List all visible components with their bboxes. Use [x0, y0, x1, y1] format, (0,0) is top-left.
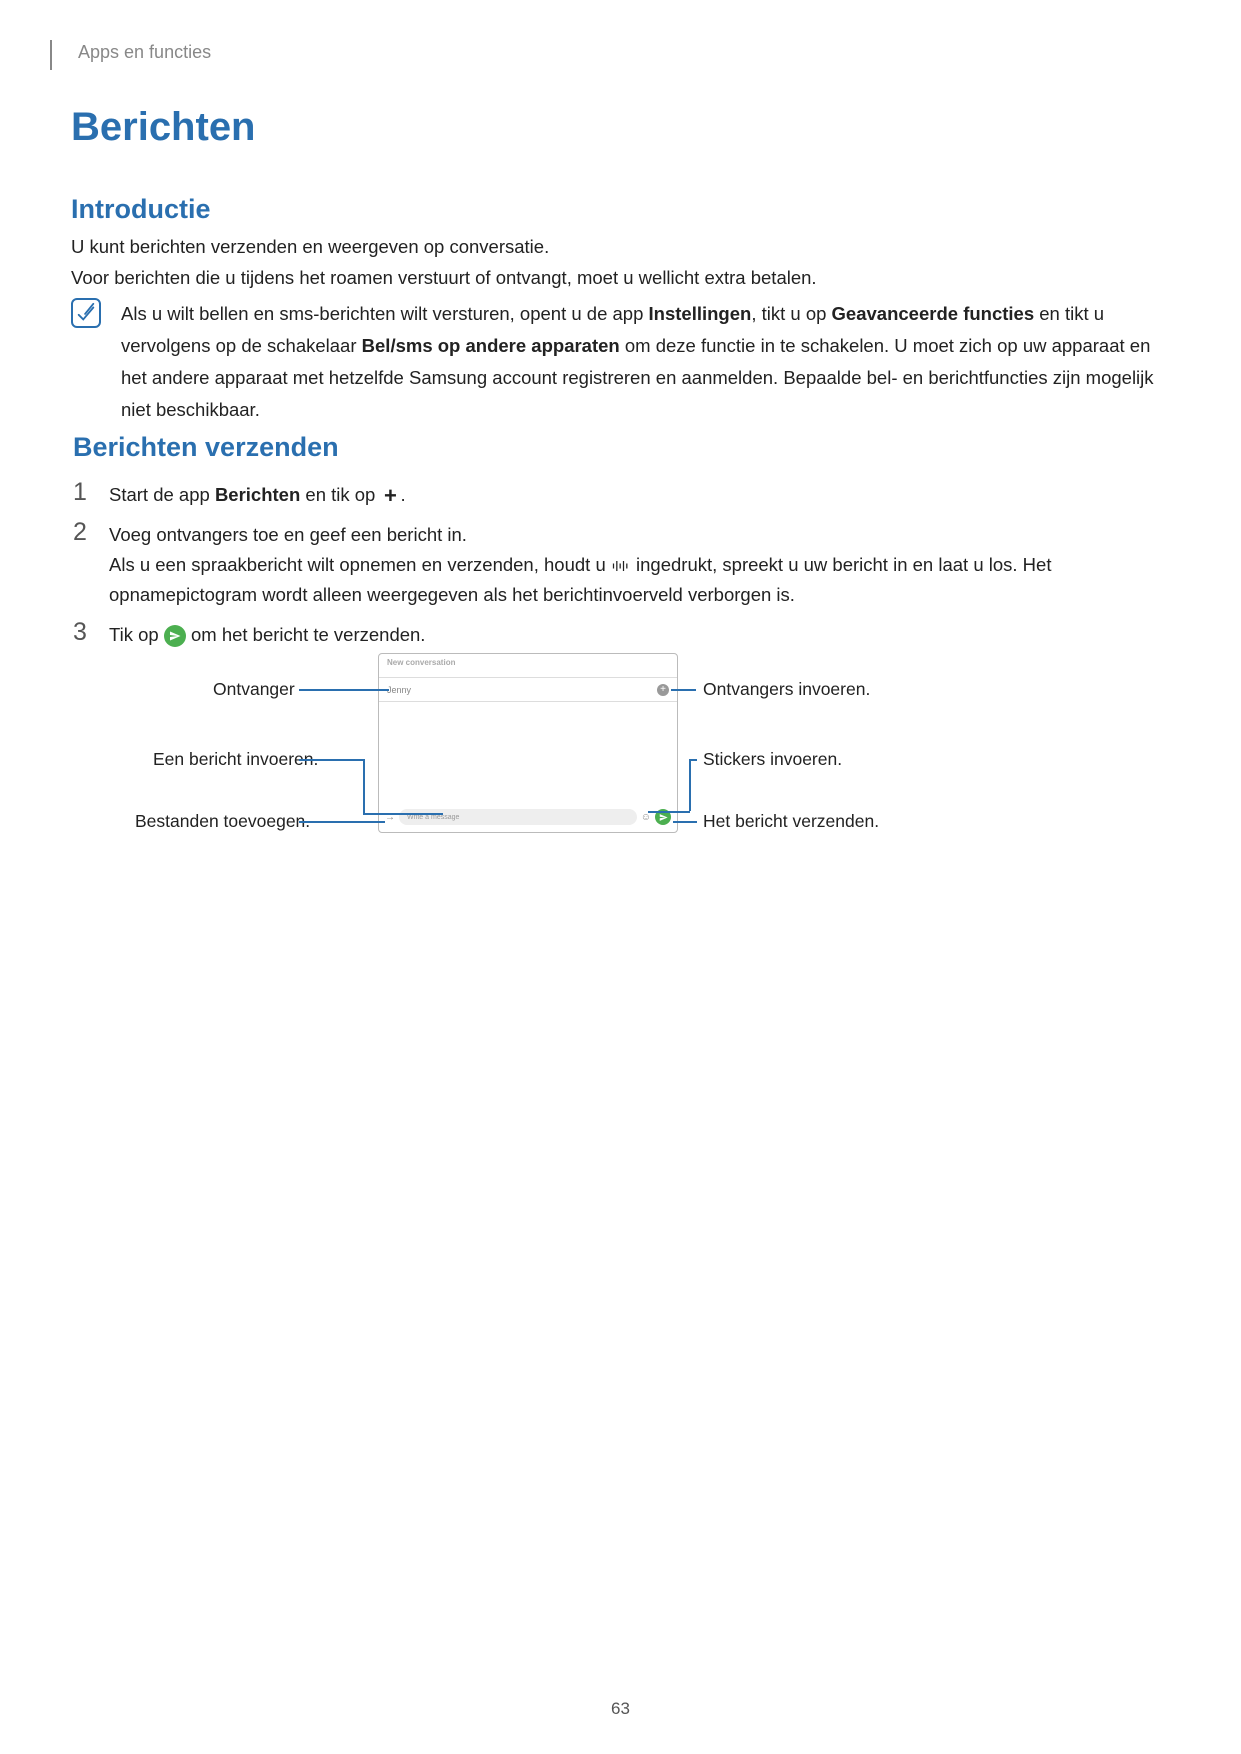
callout-line — [299, 759, 364, 761]
page-title: Berichten — [71, 105, 256, 150]
step-2-body: Voeg ontvangers toe en geef een bericht … — [109, 518, 1173, 610]
callout-line — [689, 759, 691, 811]
diagram: New conversation Jenny + → Write a messa… — [73, 653, 1173, 853]
callout-line — [363, 759, 365, 813]
intro-p1: U kunt berichten verzenden en weergeven … — [71, 236, 549, 258]
callout-line — [299, 689, 389, 691]
mock-input-row: → Write a message ☺ — [385, 806, 671, 828]
callout-add-recipients: Ontvangers invoeren. — [703, 679, 870, 700]
mock-recipient-name: Jenny — [387, 685, 411, 695]
intro-p2: Voor berichten die u tijdens het roamen … — [71, 267, 817, 289]
callout-line — [689, 759, 697, 761]
s1-pre: Start de app — [109, 484, 215, 505]
step-2: 2 Voeg ontvangers toe en geef een berich… — [73, 518, 1173, 610]
s3-a: Tik op — [109, 624, 164, 645]
s3-b: om het bericht te verzenden. — [186, 624, 426, 645]
note-mid1: , tikt u op — [751, 303, 831, 324]
note-block: Als u wilt bellen en sms-berichten wilt … — [71, 298, 1171, 426]
note-icon — [71, 298, 101, 328]
callout-input: Een bericht invoeren. — [153, 749, 318, 770]
step-3: 3 Tik op om het bericht te verzenden. — [73, 618, 1173, 650]
note-pre: Als u wilt bellen en sms-berichten wilt … — [121, 303, 649, 324]
callout-line — [671, 689, 696, 691]
section-heading-intro: Introductie — [71, 194, 211, 225]
mock-header: New conversation — [379, 654, 677, 678]
s1-bold: Berichten — [215, 484, 300, 505]
step-number: 1 — [73, 478, 93, 506]
steps-list: 1 Start de app Berichten en tik op +. 2 … — [73, 478, 1173, 658]
s2-line2: Als u een spraakbericht wilt opnemen en … — [109, 550, 1173, 610]
s2-a: Als u een spraakbericht wilt opnemen en … — [109, 554, 611, 575]
callout-line — [673, 821, 697, 823]
callout-recipient: Ontvanger — [213, 679, 295, 700]
breadcrumb: Apps en functies — [78, 42, 211, 63]
s1-post: . — [400, 484, 405, 505]
callout-line — [299, 821, 385, 823]
step-3-body: Tik op om het bericht te verzenden. — [109, 618, 425, 650]
send-icon — [164, 625, 186, 647]
callout-line — [363, 813, 443, 815]
section-heading-send: Berichten verzenden — [73, 432, 339, 463]
callout-attach: Bestanden toevoegen. — [135, 811, 310, 832]
mock-input-placeholder: Write a message — [407, 814, 459, 821]
mock-body — [379, 702, 677, 802]
callout-send: Het bericht verzenden. — [703, 811, 879, 832]
mock-screenshot: New conversation Jenny + → Write a messa… — [378, 653, 678, 833]
mock-sticker-icon: ☺ — [641, 812, 651, 823]
step-number: 3 — [73, 618, 93, 646]
step-number: 2 — [73, 518, 93, 546]
note-text: Als u wilt bellen en sms-berichten wilt … — [121, 298, 1171, 426]
note-b1: Instellingen — [649, 303, 752, 324]
note-b2: Geavanceerde functies — [832, 303, 1035, 324]
header-divider — [50, 40, 52, 70]
s2-line1: Voeg ontvangers toe en geef een bericht … — [109, 520, 1173, 550]
plus-icon: + — [380, 486, 400, 506]
mock-input-pill: Write a message — [399, 809, 637, 825]
page-number: 63 — [0, 1699, 1241, 1719]
voice-wave-icon — [611, 556, 631, 576]
note-b3: Bel/sms op andere apparaten — [362, 335, 620, 356]
s1-mid: en tik op — [300, 484, 380, 505]
callout-line — [648, 811, 690, 813]
mock-recipient-row: Jenny + — [379, 678, 677, 702]
step-1: 1 Start de app Berichten en tik op +. — [73, 478, 1173, 510]
step-1-body: Start de app Berichten en tik op +. — [109, 478, 406, 510]
mock-add-recipient-icon: + — [657, 684, 669, 696]
callout-stickers: Stickers invoeren. — [703, 749, 842, 770]
